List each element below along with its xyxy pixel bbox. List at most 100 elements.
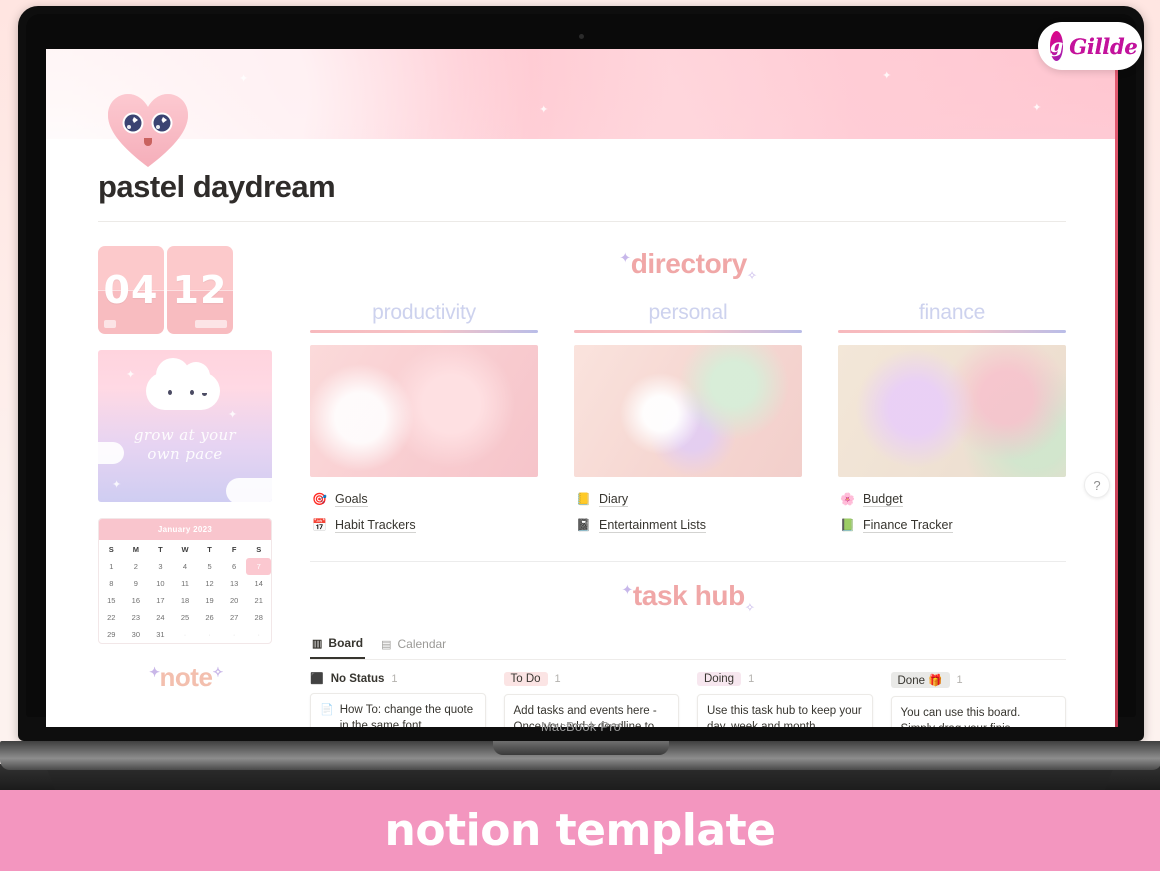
calendar-day[interactable]: 8	[99, 575, 124, 592]
calendar-day[interactable]: 6	[222, 558, 247, 575]
directory-link-label: Habit Trackers	[335, 517, 416, 533]
calendar-day[interactable]: 22	[99, 609, 124, 626]
calendar-day[interactable]: 16	[124, 592, 149, 609]
board-icon: ▥	[312, 637, 323, 650]
calendar-weekday: T	[158, 545, 163, 554]
laptop-lid: ✦ ✦ ✦ ✦ pastel daydream 04 12 ✦ ✦ ✦ grow…	[18, 6, 1144, 741]
kanban-column-name: Doing	[697, 672, 742, 687]
directory-link[interactable]: 🌸 Budget	[838, 489, 1066, 510]
tab-calendar[interactable]: ▤ Calendar	[379, 633, 448, 658]
calendar-day[interactable]: 18	[173, 592, 198, 609]
poster-canvas: ✦ ✦ ✦ ✦ pastel daydream 04 12 ✦ ✦ ✦ grow…	[0, 0, 1160, 871]
calendar-weekday: S	[256, 545, 262, 554]
directory-link[interactable]: 📓 Entertainment Lists	[574, 515, 802, 536]
kanban-column-header[interactable]: Done 🎁 1	[890, 672, 1067, 689]
directory-column-heading: finance	[918, 300, 986, 324]
calendar-month-label: January 2023	[99, 519, 271, 540]
calendar-day[interactable]: 30	[124, 626, 149, 643]
calendar-day-grid[interactable]: 1 2 3 4 5 6 7 8 9 10 11 12 13 14 15 16 17 18 19 20 21 22 23 24 2…	[99, 558, 271, 643]
kanban-column-name: Done 🎁	[890, 672, 950, 689]
device-label: MacBook Pro	[540, 719, 622, 734]
left-widget-column: 04 12 ✦ ✦ ✦ grow at your own pace Januar…	[98, 246, 274, 727]
flip-clock-left-value: 04	[103, 268, 159, 312]
directory-link-label: Goals	[335, 491, 368, 507]
bottom-banner: notion template	[0, 790, 1160, 871]
heading-underline	[574, 329, 802, 333]
calendar-day[interactable]: 24	[148, 609, 173, 626]
tab-board[interactable]: ▥ Board	[310, 632, 366, 660]
help-button[interactable]: ?	[1084, 472, 1110, 498]
tab-label: Board	[328, 636, 364, 651]
calendar-day[interactable]: 14	[246, 575, 271, 592]
heart-face-page-icon[interactable]	[106, 91, 190, 169]
calendar-day[interactable]: 3	[148, 558, 173, 575]
calendar-widget[interactable]: January 2023 SMTWTFS 1 2 3 4 5 6 7 8 9 10 11 12 13 14…	[98, 518, 272, 644]
directory-link[interactable]: 📗 Finance Tracker	[838, 515, 1066, 536]
kanban-column-name: No Status	[330, 672, 385, 685]
directory-link[interactable]: 📅 Habit Trackers	[310, 515, 538, 536]
heading-underline	[310, 329, 538, 333]
calendar-day[interactable]: 4	[173, 558, 198, 575]
taskhub-section-title: ✦task hub✧	[310, 580, 1066, 615]
directory-link[interactable]: 🎯 Goals	[310, 489, 538, 510]
kanban-column-header[interactable]: To Do 1	[503, 672, 680, 687]
flip-clock-tag	[195, 320, 227, 328]
calendar-day[interactable]: 31	[148, 626, 173, 643]
quote-line-2: own pace	[147, 445, 223, 463]
page-emoji-icon: 📅	[312, 517, 327, 532]
quote-widget[interactable]: ✦ ✦ ✦ grow at your own pace	[98, 350, 272, 502]
calendar-day[interactable]: 29	[99, 626, 124, 643]
directory-thumbnail-personal[interactable]	[574, 344, 802, 477]
directory-thumbnail-finance[interactable]	[838, 344, 1066, 477]
webcam-icon	[578, 34, 584, 39]
calendar-day[interactable]: 25	[173, 609, 198, 626]
calendar-day[interactable]: 12	[197, 575, 222, 592]
calendar-day[interactable]: 7	[246, 558, 271, 575]
calendar-day[interactable]: 1	[99, 558, 124, 575]
sparkle-icon: ✧	[744, 600, 755, 615]
flip-clock-tag	[104, 320, 116, 328]
calendar-day[interactable]: 23	[124, 609, 149, 626]
main-content-column: ✦directory✧ productivity 🎯 Goals 📅 Habit Tra…	[310, 246, 1066, 727]
calendar-day[interactable]: 17	[148, 592, 173, 609]
directory-link[interactable]: 📒 Diary	[574, 489, 802, 510]
database-view-tabs[interactable]: ▥ Board ▤ Calendar	[310, 632, 1066, 661]
calendar-day[interactable]: 11	[173, 575, 198, 592]
calendar-weekday: M	[132, 545, 139, 554]
macbook-mockup: ✦ ✦ ✦ ✦ pastel daydream 04 12 ✦ ✦ ✦ grow…	[0, 6, 1160, 770]
directory-column-personal: personal 📒 Diary 📓 Entertainment Lists	[574, 301, 802, 541]
kanban-column-header[interactable]: ⬛ No Status 1	[310, 672, 486, 686]
directory-column-productivity: productivity 🎯 Goals 📅 Habit Trackers	[310, 301, 538, 541]
page-emoji-icon: 📒	[576, 491, 591, 506]
page-emoji-icon: 📓	[576, 517, 591, 532]
sparkle-icon: ✦	[619, 249, 631, 266]
calendar-day[interactable]: 20	[222, 592, 247, 609]
sparkle-icon: ✧	[746, 268, 757, 283]
calendar-blank: ·	[232, 630, 236, 639]
sparkle-icon: ✦	[149, 664, 160, 680]
calendar-day[interactable]: 2	[124, 558, 149, 575]
calendar-day[interactable]: 28	[246, 609, 271, 626]
sparkle-icon: ✧	[212, 664, 223, 680]
calendar-blank: ·	[257, 630, 260, 639]
calendar-day[interactable]: 10	[148, 575, 173, 592]
calendar-weekday-row: SMTWTFS	[99, 540, 271, 558]
calendar-day[interactable]: 26	[197, 609, 222, 626]
directory-thumbnail-productivity[interactable]	[310, 344, 538, 477]
calendar-weekday: T	[207, 545, 212, 554]
calendar-day[interactable]: 19	[197, 592, 222, 609]
calendar-day[interactable]: 27	[222, 609, 247, 626]
title-divider	[98, 221, 1066, 222]
directory-link-label: Entertainment Lists	[599, 517, 706, 533]
flip-clock-widget[interactable]: 04 12	[98, 246, 274, 334]
flip-clock-right-value: 12	[172, 268, 228, 312]
calendar-day[interactable]: 9	[124, 575, 149, 592]
kanban-column-header[interactable]: Doing 1	[697, 672, 873, 687]
calendar-day[interactable]: 13	[222, 575, 247, 592]
calendar-day[interactable]: 5	[197, 558, 222, 575]
brand-logo[interactable]: g Gillde	[1038, 22, 1142, 70]
directory-link-label: Finance Tracker	[863, 517, 953, 533]
brand-logo-text: Gillde	[1069, 33, 1138, 59]
calendar-day[interactable]: 21	[246, 592, 271, 609]
calendar-day[interactable]: 15	[99, 592, 124, 609]
